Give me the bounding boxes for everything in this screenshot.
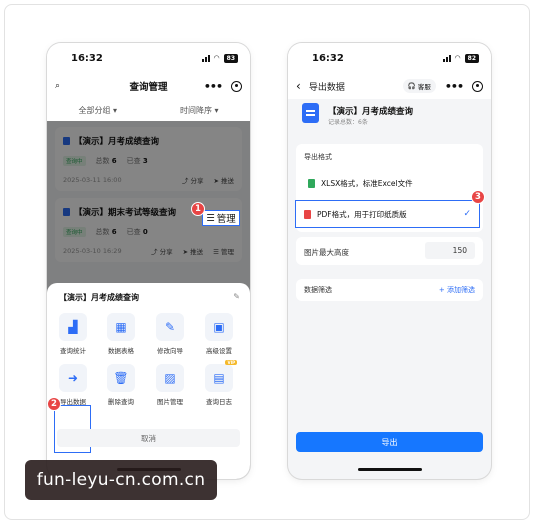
log-icon: ▤ VIP	[205, 360, 237, 392]
add-filter-button[interactable]: + 添加筛选	[439, 285, 475, 295]
image-icon: ▨	[156, 364, 184, 392]
filter-bar: 全部分组 ▾ 时间降序 ▾	[47, 99, 250, 121]
wifi-icon: ◠	[213, 54, 220, 62]
step-badge-1: 1	[191, 202, 205, 216]
query-header: 【演示】月考成绩查询 记录总数：6条	[288, 99, 491, 139]
pencil-icon: ✎	[156, 313, 184, 341]
sort-filter[interactable]: 时间降序 ▾	[180, 105, 219, 116]
battery-icon: 83	[223, 53, 238, 63]
action-data-table[interactable]: ▦ 数据表格	[101, 313, 141, 355]
customer-service-button[interactable]: 🎧 客服	[402, 79, 436, 93]
trash-icon: 🗑	[107, 364, 135, 392]
home-indicator	[357, 468, 422, 471]
more-icon[interactable]: •••	[445, 81, 464, 92]
back-icon[interactable]: ‹	[296, 79, 301, 93]
status-bar: 16:32 ◠ 83	[47, 43, 250, 73]
action-image-manage[interactable]: ▨ 图片管理	[150, 364, 190, 406]
grid-icon: ▣	[205, 313, 233, 341]
edit-icon[interactable]: ✎	[233, 292, 240, 301]
action-query-log[interactable]: ▤ VIP 查询日志	[199, 360, 239, 406]
export-button[interactable]: 导出	[296, 432, 483, 452]
table-icon: ▦	[107, 313, 135, 341]
cancel-button[interactable]: 取消	[57, 429, 240, 447]
target-icon[interactable]	[231, 80, 242, 92]
status-time: 16:32	[71, 52, 103, 64]
signal-icon	[442, 54, 451, 62]
action-edit-wizard[interactable]: ✎ 修改向导	[150, 313, 190, 355]
more-icon[interactable]: •••	[204, 81, 223, 92]
page-title: 导出数据	[308, 82, 345, 93]
check-icon: ✓	[463, 209, 471, 219]
group-filter[interactable]: 全部分组 ▾	[78, 105, 117, 116]
format-option-pdf[interactable]: PDF格式，用于打印纸质版 ✓	[295, 200, 480, 228]
image-height-input[interactable]: 150	[425, 242, 475, 259]
excel-file-icon	[308, 178, 315, 188]
format-section-label: 导出格式	[304, 153, 332, 161]
menu-icon: ☰	[206, 212, 215, 224]
vip-badge: VIP	[225, 360, 237, 365]
manage-button-highlight[interactable]: ☰ 管理	[202, 210, 240, 226]
step-badge-2: 2	[47, 397, 61, 411]
battery-icon: 82	[464, 53, 479, 63]
record-count: 记录总数：6条	[328, 119, 368, 126]
target-icon[interactable]	[472, 80, 483, 92]
image-height-label: 图片最大高度	[304, 248, 349, 257]
nav-bar: ‹ 导出数据 🎧 客服 •••	[288, 73, 491, 99]
data-filter-label: 数据筛选	[304, 286, 332, 294]
pdf-file-icon	[304, 209, 311, 219]
chart-icon: ▟	[59, 313, 87, 341]
action-sheet: 【演示】月考成绩查询 ✎ ▟ 查询统计 ▦ 数据表格 ✎ 修改向导 ▣ 高级设置…	[47, 283, 250, 479]
nav-bar: ⌕ 查询管理 •••	[47, 73, 250, 99]
export-icon: ➜	[59, 364, 87, 392]
format-option-xlsx[interactable]: XLSX格式，标准Excel文件	[304, 172, 475, 194]
wifi-icon: ◠	[454, 54, 461, 62]
action-query-stats[interactable]: ▟ 查询统计	[53, 313, 93, 355]
data-filter-row: 数据筛选 + 添加筛选	[296, 279, 483, 301]
signal-icon	[201, 54, 210, 62]
document-icon	[302, 103, 319, 123]
action-advanced-settings[interactable]: ▣ 高级设置	[199, 313, 239, 355]
headset-icon: 🎧	[407, 82, 416, 90]
phone-query-management: 16:32 ◠ 83 ⌕ 查询管理 ••• 全部分组 ▾ 时间降序 ▾ 【演示】…	[47, 43, 250, 479]
search-icon[interactable]: ⌕	[55, 81, 60, 91]
status-bar: 16:32 ◠ 82	[288, 43, 491, 73]
watermark: fun-leyu-cn.com.cn	[25, 460, 217, 500]
sheet-title: 【演示】月考成绩查询	[59, 293, 139, 302]
query-title: 【演示】月考成绩查询	[328, 107, 414, 117]
status-time: 16:32	[312, 52, 344, 64]
action-delete-query[interactable]: 🗑 删除查询	[101, 364, 141, 406]
image-height-row: 图片最大高度 150	[296, 237, 483, 265]
phone-export-data: 16:32 ◠ 82 ‹ 导出数据 🎧 客服 ••• 【演示】月考成绩查询 记录总…	[288, 43, 491, 479]
step-badge-3: 3	[471, 190, 485, 204]
